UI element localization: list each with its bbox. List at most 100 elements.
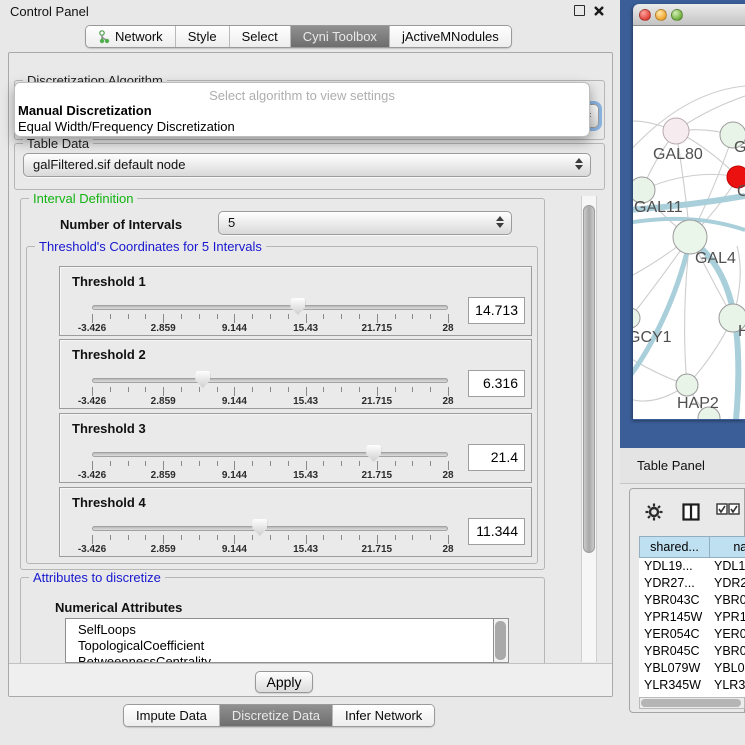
panel-scrollbar-thumb[interactable] — [583, 205, 595, 553]
tab-label: Impute Data — [136, 705, 207, 726]
tab-network[interactable]: Network — [86, 26, 175, 47]
attribute-item-selfloops[interactable]: SelfLoops — [78, 622, 507, 638]
tab-style[interactable]: Style — [175, 26, 229, 47]
tab-jactivemnodules[interactable]: jActiveMNodules — [389, 26, 511, 47]
slider-tick-labels: -3.4262.8599.14415.4321.71528 — [92, 323, 448, 335]
network-canvas[interactable]: GAL80GCGAL11GAL4GCY1HHAP2 — [633, 26, 745, 419]
tab-label: Discretize Data — [232, 705, 320, 726]
application-window: Control Panel NetworkStyleSelectCyni Too… — [0, 0, 745, 745]
numerical-attributes-list[interactable]: SelfLoopsTopologicalCoefficientBetweenne… — [65, 618, 508, 663]
algorithm-option-manual-discretization[interactable]: Manual Discretization — [15, 103, 589, 119]
attribute-item-betweennesscentrality[interactable]: BetweennessCentrality — [78, 654, 507, 663]
thresholds-section: Threshold's Coordinates for 5 Intervals … — [26, 246, 538, 564]
network-icon — [98, 30, 110, 44]
column-header-name[interactable]: name — [709, 536, 745, 558]
threshold-value-field[interactable]: 14.713 — [468, 297, 525, 324]
table-row[interactable]: YDR27...YDR27... — [639, 575, 745, 592]
node-label: H — [738, 323, 745, 340]
table-hscrollbar-thumb[interactable] — [641, 699, 741, 707]
table-panel-title: Table Panel — [637, 458, 705, 473]
table-data-combobox[interactable]: galFiltered.sif default node — [23, 153, 591, 177]
algorithm-hint-option[interactable]: Select algorithm to view settings — [15, 88, 589, 103]
table-cell: YBL079W — [639, 660, 709, 677]
node-label: G — [734, 139, 745, 156]
threshold-slider-thumb[interactable] — [195, 371, 210, 388]
select-columns-icon[interactable] — [716, 503, 740, 516]
threshold-slider-track[interactable] — [92, 378, 448, 383]
threshold-panel-2: Threshold 2-3.4262.8599.14415.4321.71528… — [59, 339, 532, 409]
attributes-scrollbar-thumb[interactable] — [495, 621, 506, 660]
tab-select[interactable]: Select — [229, 26, 290, 47]
node-label: GAL4 — [695, 250, 736, 267]
threshold-slider-track[interactable] — [92, 452, 448, 457]
threshold-slider-thumb[interactable] — [366, 445, 381, 462]
node-attribute-table[interactable]: shared...nameYDL19...YDL19...YDR27...YDR… — [639, 536, 745, 698]
table-cell: YBR043C — [709, 592, 745, 609]
number-of-intervals-value: 5 — [228, 215, 235, 230]
threshold-value-field[interactable]: 11.344 — [468, 518, 525, 545]
thresholds-title: Threshold's Coordinates for 5 Intervals — [35, 239, 266, 254]
table-row[interactable]: YBL079WYBL079W — [639, 660, 745, 677]
node-label: GAL11 — [634, 199, 683, 216]
slider-tick-labels: -3.4262.8599.14415.4321.71528 — [92, 470, 448, 482]
table-row[interactable]: YBR045CYBR045C — [639, 643, 745, 660]
threshold-label: Threshold 3 — [72, 421, 146, 436]
attribute-item-topologicalcoefficient[interactable]: TopologicalCoefficient — [78, 638, 507, 654]
table-cell: YLR345W — [639, 677, 709, 694]
column-header-shared[interactable]: shared... — [639, 536, 709, 558]
tab-label: Cyni Toolbox — [303, 26, 377, 47]
algorithm-option-equal-width-frequency-discretization[interactable]: Equal Width/Frequency Discretization — [15, 119, 589, 135]
gear-icon[interactable] — [645, 503, 663, 521]
threshold-value-field[interactable]: 6.316 — [468, 370, 525, 397]
table-cell: YPR145W — [639, 609, 709, 626]
table-cell: YBR045C — [709, 643, 745, 660]
network-node-gcy1[interactable] — [633, 308, 640, 328]
table-cell: YDL19... — [709, 558, 745, 575]
network-node-hap2[interactable] — [676, 374, 698, 396]
tab-cyni-toolbox[interactable]: Cyni Toolbox — [290, 26, 389, 47]
close-icon[interactable] — [593, 5, 605, 17]
split-columns-icon[interactable] — [682, 503, 700, 521]
numerical-attributes-label: Numerical Attributes — [55, 600, 182, 615]
table-cell: YBR043C — [639, 592, 709, 609]
table-cell: YER054C — [709, 626, 745, 643]
table-row[interactable]: YER054CYER054C — [639, 626, 745, 643]
threshold-label: Threshold 1 — [72, 274, 146, 289]
threshold-slider-track[interactable] — [92, 305, 448, 310]
control-panel-tabs: Network Style Select Cyni Toolbox jActiveMNo… — [85, 25, 512, 48]
float-window-icon[interactable] — [574, 5, 585, 16]
threshold-value-field[interactable]: 21.4 — [468, 444, 525, 471]
tab-label: Network — [115, 26, 163, 47]
network-node-gal80[interactable] — [663, 118, 689, 144]
table-data-section: Table Data galFiltered.sif default node — [14, 143, 605, 190]
table-row[interactable]: YPR145WYPR145W — [639, 609, 745, 626]
tab-label: jActiveMNodules — [402, 26, 499, 47]
zoom-traffic-light-icon[interactable] — [671, 9, 683, 21]
table-row[interactable]: YBR043CYBR043C — [639, 592, 745, 609]
slider-tick-labels: -3.4262.8599.14415.4321.71528 — [92, 544, 448, 556]
threshold-slider-thumb[interactable] — [290, 298, 305, 315]
threshold-slider-thumb[interactable] — [252, 519, 267, 536]
node-label: C — [737, 183, 745, 200]
close-traffic-light-icon[interactable] — [639, 9, 651, 21]
table-panel-titlebar: Table Panel — [620, 448, 745, 484]
combo-stepper-icon — [496, 216, 504, 228]
tab-label: Style — [188, 26, 217, 47]
number-of-intervals-combobox[interactable]: 5 — [218, 211, 512, 235]
threshold-label: Threshold 2 — [72, 347, 146, 362]
tab-discretize-data[interactable]: Discretize Data — [219, 705, 332, 726]
tab-label: Select — [242, 26, 278, 47]
table-header-row: shared...name — [639, 536, 745, 558]
table-cell: YDL19... — [639, 558, 709, 575]
apply-button[interactable]: Apply — [255, 671, 313, 693]
tab-impute-data[interactable]: Impute Data — [124, 705, 219, 726]
threshold-slider-track[interactable] — [92, 526, 448, 531]
network-node-gal4[interactable] — [673, 220, 707, 254]
threshold-panel-3: Threshold 3 -3.4262.8599.14415.4321.71528… — [59, 413, 532, 483]
table-row[interactable]: YDL19...YDL19... — [639, 558, 745, 575]
cyni-bottom-tabs: Impute Data Discretize Data Infer Network — [123, 704, 435, 727]
minimize-traffic-light-icon[interactable] — [655, 9, 667, 21]
tab-infer-network[interactable]: Infer Network — [332, 705, 434, 726]
table-row[interactable]: YLR345WYLR345W — [639, 677, 745, 694]
combo-stepper-icon — [575, 158, 583, 170]
